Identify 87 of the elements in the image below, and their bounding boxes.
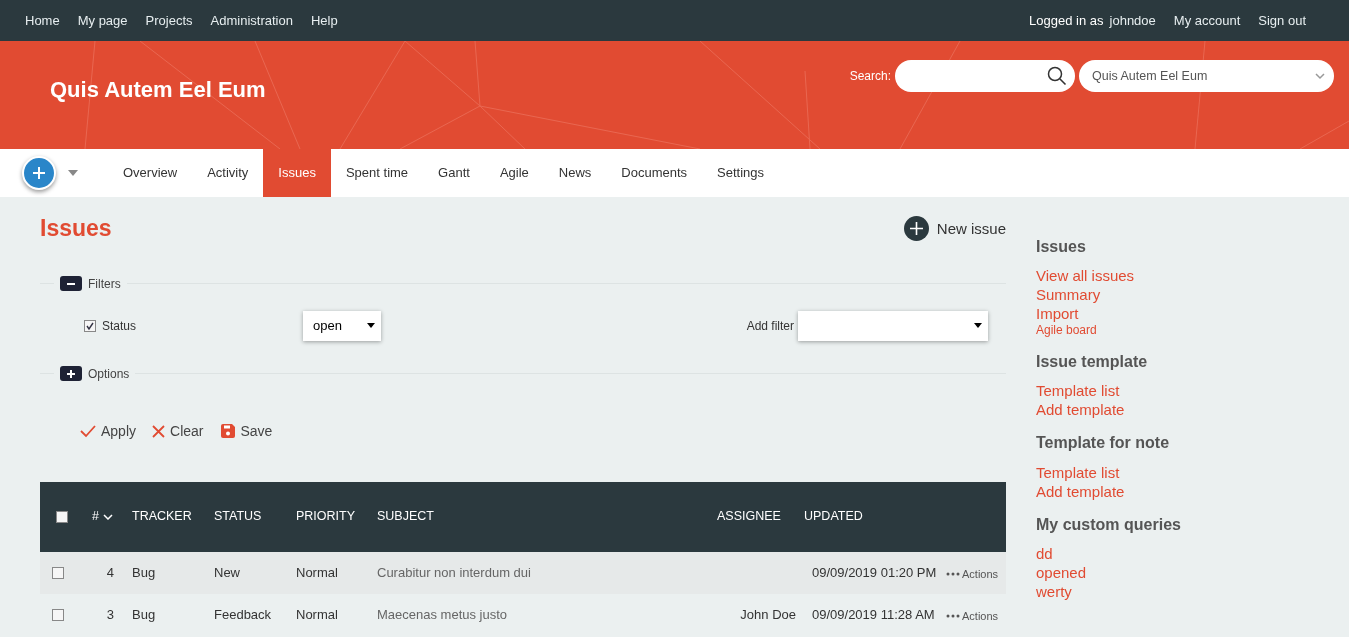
column-header[interactable]: # <box>92 509 99 524</box>
issue-id: 4 <box>106 564 114 580</box>
dropdown-caret-icon[interactable] <box>68 170 78 176</box>
menu-link[interactable]: My page <box>77 10 128 31</box>
logged-in-label: Logged in as <box>1029 11 1104 30</box>
clear-link[interactable]: Clear <box>152 420 204 442</box>
column-header[interactable]: UPDATED <box>804 509 863 524</box>
sidebar-link[interactable]: Agile board <box>1036 323 1097 339</box>
project-title: Quis Autem Eel Eum <box>50 76 266 104</box>
expand-button[interactable] <box>60 366 82 382</box>
add-filter-label: Add filter <box>746 317 794 335</box>
select-all-checkbox[interactable] <box>56 510 68 523</box>
caret-icon <box>367 323 375 329</box>
project-tab[interactable]: Agile <box>484 149 544 197</box>
table-cell: Bug <box>132 564 156 580</box>
sidebar-link[interactable]: Template list <box>1036 462 1120 482</box>
table-cell: Normal <box>296 606 338 622</box>
account-link[interactable]: Sign out <box>1258 10 1306 31</box>
page-title: Issues <box>40 215 112 243</box>
table-cell: Normal <box>296 564 338 580</box>
column-header[interactable]: ASSIGNEE <box>717 509 781 524</box>
search-label: Search: <box>849 68 891 85</box>
menu-link[interactable]: Help <box>310 10 338 31</box>
sidebar-link[interactable]: Summary <box>1036 285 1101 305</box>
issue-subject-link[interactable]: Maecenas metus justo <box>377 606 508 622</box>
account-link[interactable]: My account <box>1173 10 1241 31</box>
sidebar-heading: Template for note <box>1036 433 1171 453</box>
user-link[interactable]: johndoe <box>1109 10 1156 31</box>
issue-subject-link[interactable]: Curabitur non interdum dui <box>377 564 531 580</box>
table-cell: New <box>214 564 240 580</box>
caret-icon <box>974 323 982 329</box>
project-tab[interactable]: Overview <box>108 149 193 197</box>
table-cell: 09/09/2019 11:28 AM <box>812 606 935 622</box>
table-cell: John Doe <box>740 606 796 622</box>
section-legend: Options <box>88 364 130 383</box>
more-dots-icon <box>946 614 960 619</box>
search-field[interactable] <box>895 60 1075 92</box>
checkmark-icon <box>80 424 96 439</box>
save-link[interactable]: Save <box>219 420 273 442</box>
sidebar-link[interactable]: View all issues <box>1036 266 1135 286</box>
project-tab[interactable]: News <box>543 149 607 197</box>
project-tab[interactable]: Spent time <box>330 149 424 197</box>
operator-dropdown[interactable]: open <box>303 310 381 341</box>
project-tab[interactable]: Settings <box>702 149 780 197</box>
plus-circle-icon <box>903 216 929 242</box>
chevron-down-icon <box>1314 72 1326 80</box>
column-header[interactable]: TRACKER <box>132 509 192 524</box>
sidebar-link[interactable]: Add template <box>1036 400 1125 420</box>
sidebar-heading: My custom queries <box>1036 514 1182 534</box>
sidebar-link[interactable]: Add template <box>1036 481 1125 501</box>
menu-link[interactable]: Administration <box>210 10 293 31</box>
menu-link[interactable]: Projects <box>145 10 193 31</box>
sidebar-link[interactable]: dd <box>1036 543 1053 563</box>
column-header[interactable]: PRIORITY <box>296 509 356 524</box>
table-cell: Bug <box>132 606 156 622</box>
column-header[interactable]: STATUS <box>214 509 262 524</box>
plus-icon <box>66 368 76 379</box>
issue-id: 3 <box>106 606 114 622</box>
plus-icon <box>32 166 46 180</box>
filter-label: Status <box>102 317 138 335</box>
sidebar-heading: Issue template <box>1036 352 1149 372</box>
apply-link[interactable]: Apply <box>80 420 137 442</box>
project-tab[interactable]: Documents <box>606 149 703 197</box>
close-icon <box>152 424 166 438</box>
row-checkbox[interactable] <box>52 609 64 622</box>
actions-link[interactable]: Actions <box>946 608 999 625</box>
row-checkbox[interactable] <box>52 567 64 580</box>
sidebar-link[interactable]: werty <box>1036 581 1072 601</box>
chevron-down-icon[interactable] <box>102 513 113 520</box>
column-header[interactable]: SUBJECT <box>377 509 434 524</box>
project-tab[interactable]: Gantt <box>423 149 485 197</box>
sidebar-link[interactable]: opened <box>1036 562 1087 582</box>
project-dropdown[interactable]: Quis Autem Eel Eum <box>1079 60 1334 92</box>
new-issue-link[interactable]: New issue <box>903 216 1006 242</box>
filter-checkbox[interactable] <box>84 319 96 332</box>
sidebar-heading: Issues <box>1036 237 1087 257</box>
sidebar-link[interactable]: Template list <box>1036 381 1120 401</box>
add-button[interactable] <box>22 156 56 190</box>
collapse-button[interactable] <box>60 276 82 292</box>
more-dots-icon <box>946 572 960 577</box>
project-tab[interactable]: Issues <box>263 149 331 197</box>
section-legend: Filters <box>88 274 121 293</box>
table-cell: 09/09/2019 01:20 PM <box>812 564 937 580</box>
menu-link[interactable]: Home <box>25 10 60 31</box>
table-cell: Feedback <box>214 606 272 622</box>
search-icon <box>1047 66 1067 86</box>
project-tab[interactable]: Activity <box>192 149 264 197</box>
